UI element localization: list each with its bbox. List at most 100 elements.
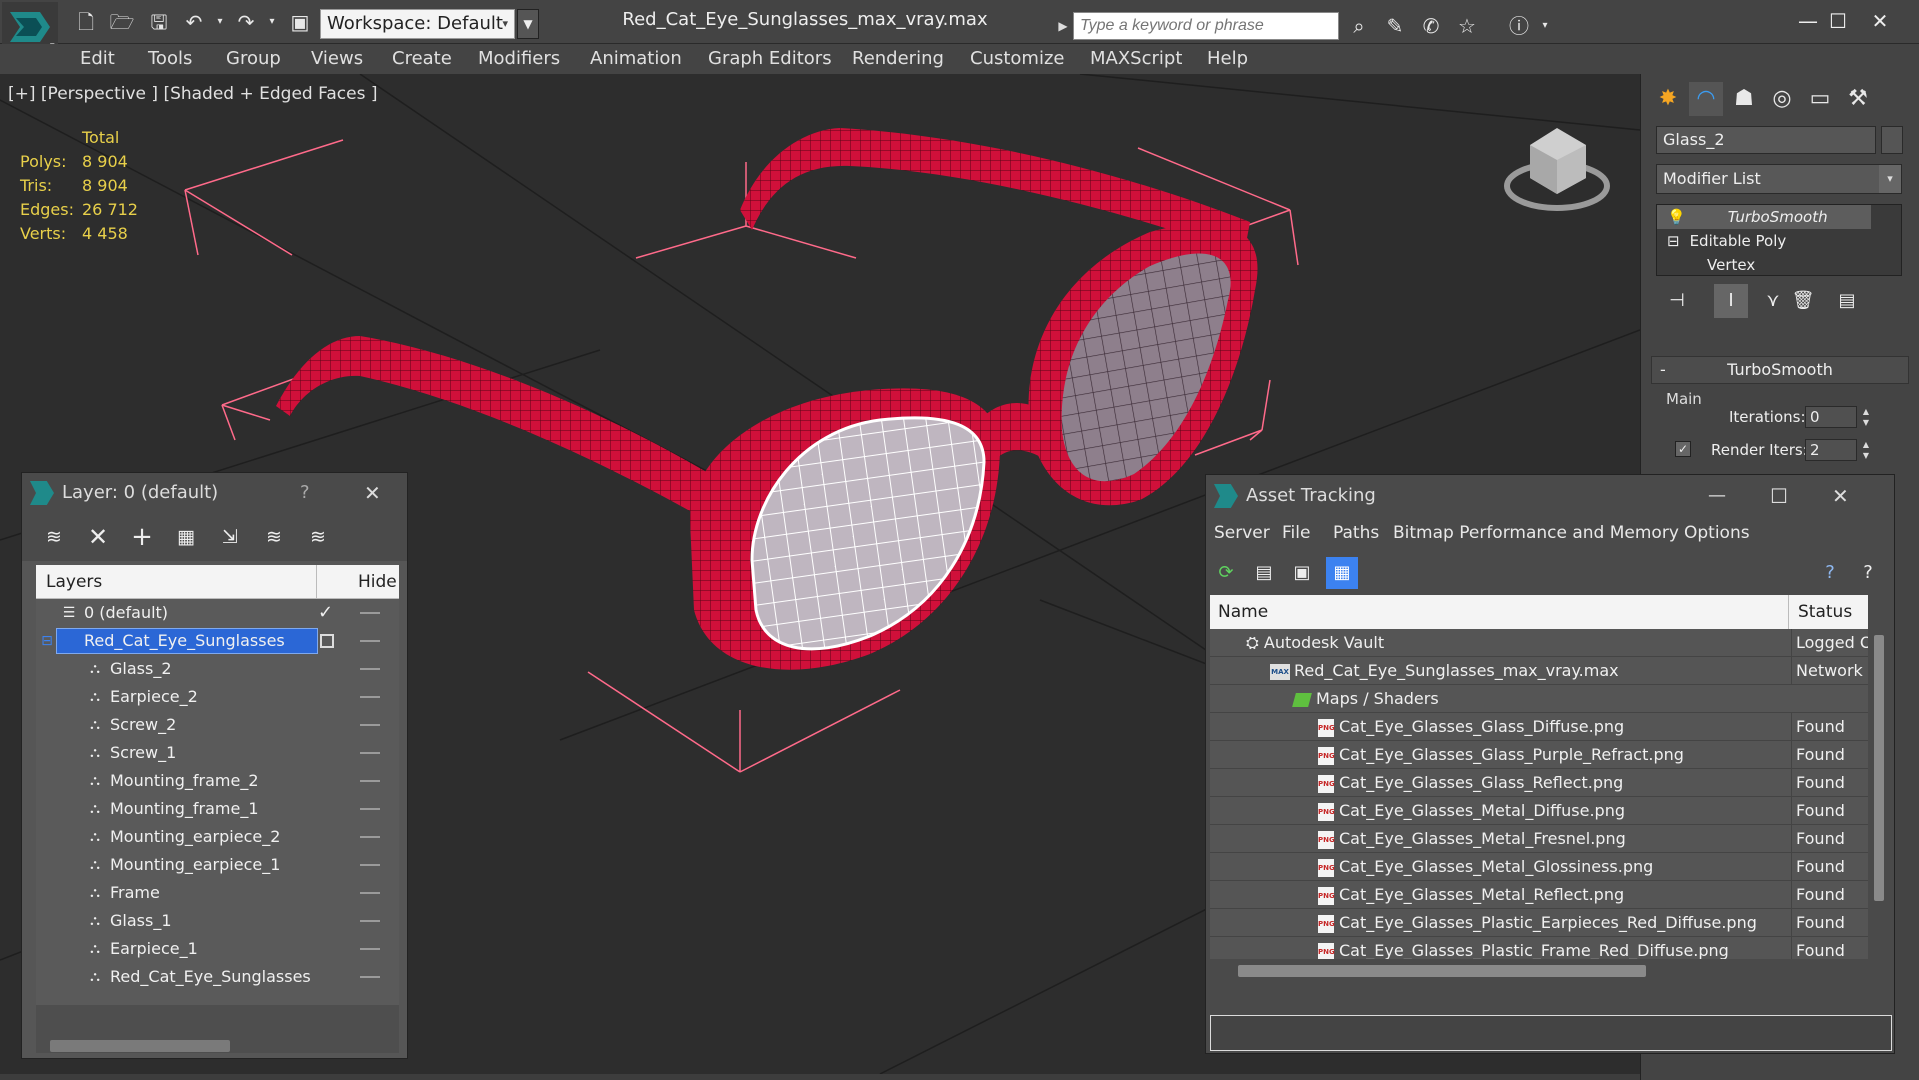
col-layers[interactable]: Layers — [46, 565, 102, 599]
layer-checkbox[interactable] — [320, 634, 334, 648]
list-item[interactable]: ⛬ Red_Cat_Eye_Sunglasses — [36, 963, 399, 991]
object-color-swatch[interactable] — [1881, 126, 1903, 154]
list-view-icon[interactable]: ▤ — [1248, 557, 1280, 589]
collapse-minus-icon[interactable]: ⊟ — [1667, 232, 1680, 250]
hide-toggle[interactable] — [360, 752, 380, 754]
col-status[interactable]: Status — [1798, 595, 1852, 629]
expand-minus-icon[interactable]: ⊟ — [38, 627, 56, 655]
thumbnail-view-icon[interactable]: ▣ — [1286, 557, 1318, 589]
remove-modifier-icon[interactable]: 🗑 — [1786, 284, 1820, 318]
hide-toggle[interactable] — [360, 668, 380, 670]
help-button[interactable]: ? — [300, 473, 310, 513]
list-item[interactable]: ☰ 0 (default) ✓ — [36, 599, 399, 627]
asset-path-field[interactable] — [1210, 1015, 1892, 1051]
turbosmooth-rollout-header[interactable]: - TurboSmooth — [1651, 356, 1909, 384]
menu-edit[interactable]: Edit — [80, 48, 115, 69]
menu-views[interactable]: Views — [311, 48, 363, 69]
table-row[interactable]: PNG Cat_Eye_Glasses_Glass_Diffuse.png Foun… — [1210, 713, 1868, 741]
hide-toggle[interactable] — [360, 612, 380, 614]
create-tab-icon[interactable]: ✸ — [1651, 82, 1685, 116]
list-item[interactable]: ⛬ Screw_1 — [36, 739, 399, 767]
modifier-list-dropdown[interactable]: Modifier List ▾ — [1656, 164, 1902, 194]
scrollbar-thumb[interactable] — [50, 1040, 230, 1052]
list-item[interactable]: ⛬ Mounting_earpiece_1 — [36, 851, 399, 879]
hide-toggle[interactable] — [360, 724, 380, 726]
stack-item-vertex[interactable]: Vertex — [1657, 253, 1871, 277]
pin-stack-icon[interactable]: ⊣ — [1660, 284, 1694, 318]
maximize-icon[interactable]: ☐ — [1770, 475, 1788, 517]
project-folder-icon[interactable]: ▣ — [286, 8, 314, 36]
col-name[interactable]: Name — [1218, 595, 1268, 629]
menu-create[interactable]: Create — [392, 48, 452, 69]
menu-tools[interactable]: Tools — [148, 48, 192, 69]
table-row[interactable]: Maps / Shaders — [1210, 685, 1868, 713]
hide-toggle[interactable] — [360, 864, 380, 866]
add-selected-icon[interactable]: ▦ — [170, 521, 202, 553]
tools-icon[interactable]: ✎ — [1380, 11, 1410, 41]
render-iters-input[interactable]: 2 — [1805, 439, 1857, 461]
save-file-icon[interactable]: 🖫 — [145, 8, 173, 36]
table-row[interactable]: PNG Cat_Eye_Glasses_Metal_Fresnel.png Foun… — [1210, 825, 1868, 853]
hide-toggle[interactable] — [360, 948, 380, 950]
menu-paths[interactable]: Paths — [1333, 523, 1379, 543]
highlight-layer-icon[interactable]: ≋ — [258, 521, 290, 553]
undo-icon[interactable]: ↶ — [180, 8, 208, 36]
search-input[interactable] — [1073, 12, 1339, 40]
menu-options[interactable]: Options — [1684, 523, 1750, 543]
close-icon[interactable]: ✕ — [1850, 6, 1910, 36]
workspace-selector[interactable]: Workspace: Default ▾ — [320, 9, 515, 39]
show-end-result-icon[interactable]: Ⅰ — [1714, 284, 1748, 318]
table-row[interactable]: PNG Cat_Eye_Glasses_Glass_Reflect.png Foun… — [1210, 769, 1868, 797]
table-row[interactable]: PNG Cat_Eye_Glasses_Metal_Glossiness.png F… — [1210, 853, 1868, 881]
hide-toggle[interactable] — [360, 808, 380, 810]
col-hide[interactable]: Hide — [358, 565, 397, 599]
help-dropdown-icon[interactable]: ▾ — [1530, 11, 1560, 41]
menu-bitmap-performance[interactable]: Bitmap Performance and Memory — [1393, 523, 1679, 543]
list-item[interactable]: ⛬ Glass_1 — [36, 907, 399, 935]
search-expand-icon[interactable]: ▶ — [1055, 12, 1071, 40]
context-help-icon[interactable]: ? — [1852, 557, 1884, 589]
current-layer-check-icon[interactable]: ✓ — [318, 599, 333, 627]
list-item[interactable]: ⛬ Mounting_frame_1 — [36, 795, 399, 823]
hide-toggle[interactable] — [360, 696, 380, 698]
workspace-menu-button[interactable]: ▼ — [517, 9, 539, 39]
table-row[interactable]: PNG Cat_Eye_Glasses_Metal_Diffuse.png Foun… — [1210, 797, 1868, 825]
menu-help[interactable]: Help — [1207, 48, 1248, 69]
hide-toggle[interactable] — [360, 920, 380, 922]
asset-window-titlebar[interactable]: Asset Tracking — ☐ ✕ — [1206, 475, 1894, 517]
list-item[interactable]: ⛬ Earpiece_1 — [36, 935, 399, 963]
list-item[interactable]: ⛬ Mounting_earpiece_2 — [36, 823, 399, 851]
delete-layer-icon[interactable]: ✕ — [82, 521, 114, 553]
menu-server[interactable]: Server — [1214, 523, 1270, 543]
list-item[interactable]: ⊟☰Red_Cat_Eye_Sunglasses — [36, 627, 399, 655]
menu-animation[interactable]: Animation — [590, 48, 682, 69]
menu-customize[interactable]: Customize — [970, 48, 1064, 69]
menu-group[interactable]: Group — [226, 48, 281, 69]
modify-tab-icon[interactable]: ◠ — [1689, 82, 1723, 116]
iterations-spinner[interactable]: ▲ ▼ — [1859, 406, 1873, 428]
render-iters-spinner[interactable]: ▲ ▼ — [1859, 439, 1873, 461]
motion-tab-icon[interactable]: ◎ — [1765, 82, 1799, 116]
menu-rendering[interactable]: Rendering — [852, 48, 944, 69]
table-row[interactable]: PNG Cat_Eye_Glasses_Glass_Purple_Refract.… — [1210, 741, 1868, 769]
select-in-layer-icon[interactable]: ⇲ — [214, 521, 246, 553]
close-icon[interactable]: ✕ — [364, 473, 381, 513]
table-row[interactable]: PNG Cat_Eye_Glasses_Plastic_Earpieces_Red… — [1210, 909, 1868, 937]
minimize-icon[interactable]: — — [1708, 475, 1726, 517]
configure-sets-icon[interactable]: ▤ — [1830, 284, 1864, 318]
iterations-input[interactable]: 0 — [1805, 406, 1857, 428]
list-item[interactable]: ⛬ Screw_2 — [36, 711, 399, 739]
list-item[interactable]: ⛬ Mounting_frame_2 — [36, 767, 399, 795]
make-unique-icon[interactable]: ⋎ — [1756, 284, 1790, 318]
hide-toggle[interactable] — [360, 640, 380, 642]
table-row[interactable]: PNG Cat_Eye_Glasses_Metal_Reflect.png Foun… — [1210, 881, 1868, 909]
menu-modifiers[interactable]: Modifiers — [478, 48, 560, 69]
table-view-icon[interactable]: ▦ — [1326, 557, 1358, 589]
list-item[interactable]: ⛬ Frame — [36, 879, 399, 907]
hide-toggle[interactable] — [360, 836, 380, 838]
viewport-label[interactable]: [+] [Perspective ] [Shaded + Edged Faces… — [8, 84, 377, 104]
hierarchy-tab-icon[interactable]: ☗ — [1727, 82, 1761, 116]
table-row[interactable]: ⛭ Autodesk VaultLogged Out — [1210, 629, 1868, 657]
refresh-icon[interactable]: ⟳ — [1210, 557, 1242, 589]
lightbulb-icon[interactable]: 💡 — [1667, 208, 1686, 226]
